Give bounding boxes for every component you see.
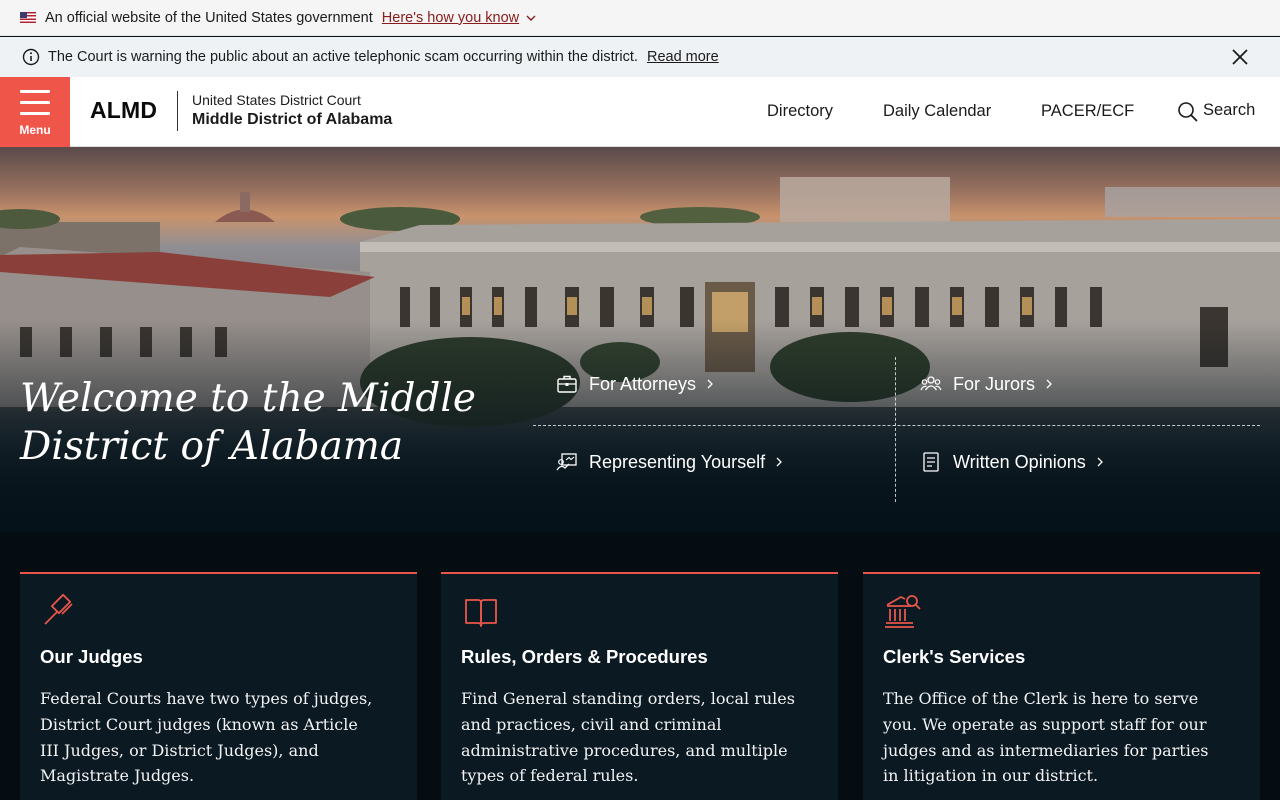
link-label: For Attorneys [589, 373, 697, 394]
nav-daily-calendar[interactable]: Daily Calendar [883, 102, 991, 121]
chevron-right-icon [1046, 379, 1052, 389]
nav-pacer-ecf[interactable]: PACER/ECF [1041, 102, 1134, 121]
info-icon [22, 48, 40, 66]
chevron-right-icon [776, 457, 783, 467]
nav-directory[interactable]: Directory [767, 102, 833, 121]
card-title: Clerk's Services [883, 646, 1026, 667]
gov-banner: An official website of the United States… [0, 0, 1280, 36]
card-text: Find General standing orders, local rule… [461, 689, 795, 786]
briefcase-icon [557, 375, 577, 393]
link-for-jurors[interactable]: For Jurors [920, 373, 1054, 395]
open-book-icon [465, 599, 497, 627]
card-title: Our Judges [40, 646, 143, 667]
presenter-icon [556, 453, 577, 471]
people-icon [920, 376, 942, 391]
card-clerks-services[interactable]: Clerk's Services The Office of the Clerk… [863, 572, 1260, 800]
menu-button[interactable]: Menu [0, 77, 70, 147]
hero-overlay [0, 147, 1280, 532]
card-text: Federal Courts have two types of judges,… [40, 689, 373, 786]
court-name-line2[interactable]: Middle District of Alabama [192, 111, 392, 129]
search-icon[interactable] [1177, 101, 1199, 123]
gov-banner-text: An official website of the United States… [45, 9, 373, 26]
courthouse-search-icon [885, 595, 921, 628]
link-label: For Jurors [953, 373, 1036, 394]
chevron-right-icon [707, 379, 713, 389]
divider-horizontal [533, 425, 1260, 426]
hamburger-icon [20, 90, 50, 123]
card-text: The Office of the Clerk is here to serve… [883, 689, 1209, 786]
close-icon[interactable] [1230, 47, 1250, 67]
link-for-attorneys[interactable]: For Attorneys [556, 373, 715, 395]
card-title: Rules, Orders & Procedures [461, 646, 708, 667]
court-name-line1[interactable]: United States District Court [192, 92, 361, 108]
logo-divider [177, 91, 178, 131]
chevron-right-icon [1097, 457, 1103, 467]
search-button[interactable]: Search [1203, 101, 1255, 120]
link-written-opinions[interactable]: Written Opinions [920, 451, 1105, 473]
site-logo[interactable]: ALMD [90, 97, 157, 124]
link-representing-yourself[interactable]: Representing Yourself [556, 451, 784, 473]
us-flag-icon [20, 12, 36, 23]
divider-vertical [895, 357, 896, 502]
alert-text: The Court is warning the public about an… [48, 49, 638, 65]
document-icon [923, 452, 939, 472]
hero-section: Welcome to the Middle District of Alabam… [0, 147, 1280, 532]
link-label: Representing Yourself [589, 451, 766, 472]
alert-banner: The Court is warning the public about an… [0, 37, 1280, 77]
site-header: Menu ALMD United States District Court M… [0, 77, 1280, 147]
gavel-icon [44, 593, 73, 625]
read-more-link[interactable]: Read more [647, 49, 719, 65]
chevron-down-icon[interactable] [525, 12, 537, 24]
heres-how-you-know-link[interactable]: Here's how you know [382, 10, 519, 26]
menu-label: Menu [19, 123, 51, 137]
card-rules-orders-procedures[interactable]: Rules, Orders & Procedures Find General … [441, 572, 838, 800]
card-our-judges[interactable]: Our Judges Federal Courts have two types… [20, 572, 417, 800]
link-label: Written Opinions [953, 451, 1086, 472]
hero-title: Welcome to the Middle District of Alabam… [20, 376, 476, 469]
